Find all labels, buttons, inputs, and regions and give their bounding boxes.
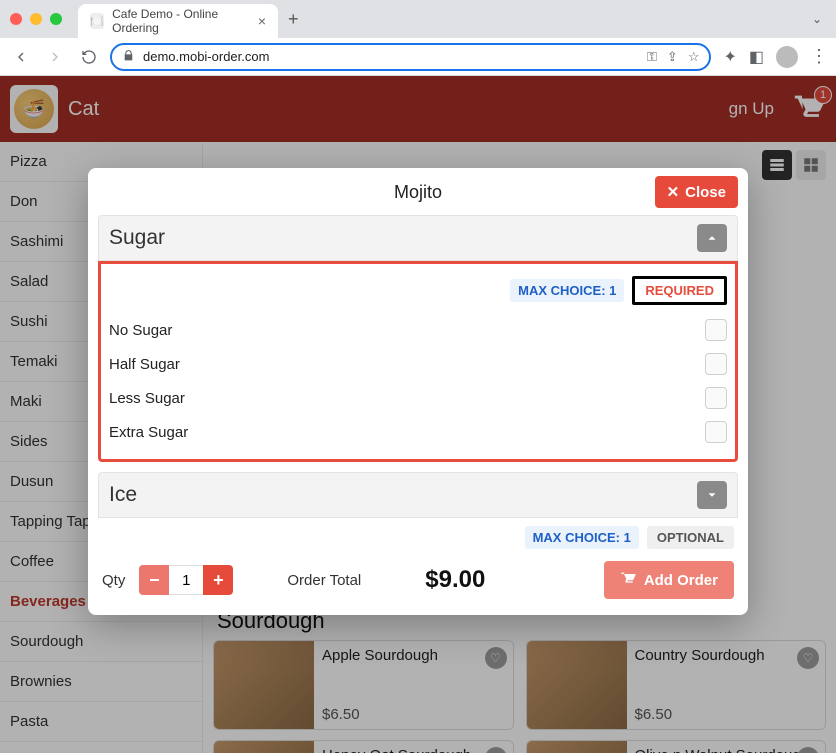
option-choice[interactable]: Extra Sugar [105,415,731,449]
tab-close-icon[interactable]: × [258,13,266,29]
order-total-label: Order Total [287,572,361,589]
qty-input[interactable] [169,565,203,595]
option-section-title: Ice [109,483,137,507]
window-close[interactable] [10,13,22,25]
add-order-button[interactable]: Add Order [604,561,734,599]
tab-favicon: 🍽️ [90,13,104,29]
required-badge: REQUIRED [632,276,727,305]
menu-icon[interactable]: ⋮ [810,46,828,67]
browser-toolbar: demo.mobi-order.com ⚿ ⇪ ☆ ✦ ◧ ⋮ [0,38,836,76]
choice-checkbox[interactable] [705,421,727,443]
choice-label: Half Sugar [109,356,180,373]
modal-footer: Qty − + Order Total $9.00 Add Order [88,549,748,603]
window-controls [10,13,62,25]
tab-search-icon[interactable]: ⌄ [812,12,822,26]
choice-checkbox[interactable] [705,353,727,375]
option-choice[interactable]: Less Sugar [105,381,731,415]
address-bar[interactable]: demo.mobi-order.com ⚿ ⇪ ☆ [110,43,711,71]
max-choice-badge: MAX CHOICE: 1 [525,526,639,549]
profile-icon[interactable] [776,46,798,68]
lock-icon [122,49,135,65]
choice-checkbox[interactable] [705,387,727,409]
item-options-modal: Mojito ✕ Close Sugar MAX CHOICE: 1 REQUI… [88,168,748,615]
modal-title: Mojito [394,182,442,202]
option-section-body-sugar: MAX CHOICE: 1 REQUIRED No Sugar Half Sug… [98,261,738,462]
key-icon[interactable]: ⚿ [647,49,657,65]
window-maximize[interactable] [50,13,62,25]
cart-icon [620,570,636,590]
option-section-header-sugar[interactable]: Sugar [98,215,738,261]
window-minimize[interactable] [30,13,42,25]
nav-forward-button[interactable] [42,44,68,70]
qty-increase-button[interactable]: + [203,565,233,595]
close-icon: ✕ [667,183,680,201]
max-choice-badge: MAX CHOICE: 1 [510,279,624,302]
add-order-label: Add Order [644,572,718,589]
qty-label: Qty [102,572,125,589]
choice-label: Extra Sugar [109,424,188,441]
url-text: demo.mobi-order.com [143,49,269,64]
choice-label: Less Sugar [109,390,185,407]
qty-decrease-button[interactable]: − [139,565,169,595]
option-choice[interactable]: No Sugar [105,313,731,347]
order-total-value: $9.00 [425,566,485,594]
share-icon[interactable]: ⇪ [667,49,678,65]
optional-badge: OPTIONAL [647,526,734,549]
browser-tab[interactable]: 🍽️ Cafe Demo - Online Ordering × [78,4,278,38]
browser-tab-strip: 🍽️ Cafe Demo - Online Ordering × + ⌄ [0,0,836,38]
nav-back-button[interactable] [8,44,34,70]
extensions-icon[interactable]: ✦ [723,47,736,67]
option-section-header-ice[interactable]: Ice [98,472,738,518]
choice-label: No Sugar [109,322,172,339]
close-label: Close [685,184,726,201]
option-section-title: Sugar [109,226,165,250]
choice-checkbox[interactable] [705,319,727,341]
expand-button[interactable] [697,481,727,509]
new-tab-button[interactable]: + [288,9,299,30]
nav-reload-button[interactable] [76,44,102,70]
tab-title: Cafe Demo - Online Ordering [112,7,250,35]
collapse-button[interactable] [697,224,727,252]
panel-icon[interactable]: ◧ [749,47,764,67]
star-icon[interactable]: ☆ [688,49,700,65]
close-button[interactable]: ✕ Close [655,176,738,208]
option-choice[interactable]: Half Sugar [105,347,731,381]
